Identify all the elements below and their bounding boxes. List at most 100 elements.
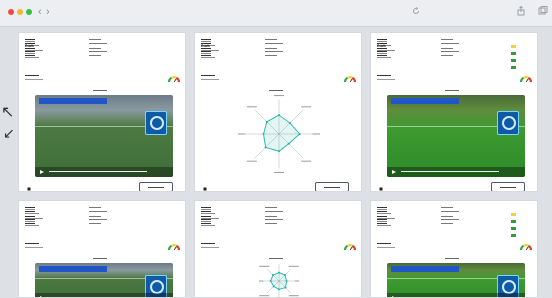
gauge-arc bbox=[167, 244, 173, 251]
radar-point bbox=[278, 114, 280, 117]
gauge-arc bbox=[522, 76, 530, 79]
info-value bbox=[441, 43, 459, 44]
info-value bbox=[89, 207, 101, 208]
stat-bar bbox=[511, 213, 516, 216]
info-value bbox=[89, 55, 101, 56]
radar-series bbox=[263, 114, 301, 152]
info-value bbox=[89, 51, 107, 52]
radar-axis-label bbox=[288, 295, 299, 297]
gauge-arc bbox=[170, 76, 178, 79]
view-profile-button-label bbox=[148, 186, 164, 188]
video-scrubber[interactable] bbox=[49, 171, 147, 172]
info-label bbox=[25, 48, 35, 49]
section-header bbox=[201, 243, 215, 244]
info-value bbox=[89, 211, 107, 212]
video-title-bar bbox=[391, 98, 459, 104]
gauge-arc bbox=[527, 76, 533, 83]
play-icon[interactable] bbox=[392, 170, 396, 174]
info-value bbox=[89, 223, 101, 224]
radar-point bbox=[287, 142, 290, 145]
radar-point bbox=[269, 280, 272, 282]
video-player[interactable] bbox=[387, 95, 525, 177]
section-value bbox=[201, 247, 219, 248]
rating-gauge-icon bbox=[343, 244, 357, 251]
minimize-window-button[interactable] bbox=[17, 9, 23, 15]
info-value bbox=[201, 209, 211, 210]
radar-axis-label bbox=[259, 295, 270, 297]
info-value bbox=[265, 39, 277, 40]
view-profile-button-label bbox=[500, 186, 516, 188]
radar-axis-label bbox=[294, 280, 299, 282]
video-controls bbox=[387, 167, 525, 177]
info-value bbox=[441, 51, 459, 52]
video-player[interactable] bbox=[35, 95, 173, 177]
info-value bbox=[89, 219, 107, 220]
info-value bbox=[265, 223, 277, 224]
info-label bbox=[377, 216, 387, 217]
video-scrubber[interactable] bbox=[401, 171, 499, 172]
info-label bbox=[377, 223, 387, 224]
info-label bbox=[201, 219, 211, 220]
gauge-arc bbox=[175, 244, 181, 251]
player-name: Eswik bbox=[377, 44, 387, 48]
info-value bbox=[377, 213, 391, 214]
video-caption bbox=[269, 90, 283, 91]
info-value bbox=[265, 219, 283, 220]
section-header bbox=[377, 243, 391, 244]
annotation-arrow-up: ↖ bbox=[1, 102, 15, 121]
info-value bbox=[377, 53, 387, 54]
info-value bbox=[377, 221, 387, 222]
maximize-window-button[interactable] bbox=[26, 9, 32, 15]
info-label bbox=[201, 48, 211, 49]
stat-bar bbox=[511, 234, 516, 237]
info-label bbox=[377, 51, 387, 52]
back-icon[interactable]: ‹ bbox=[38, 5, 42, 19]
info-label bbox=[25, 223, 35, 224]
gauge-arc bbox=[519, 76, 525, 83]
radar-axis-label bbox=[238, 133, 246, 135]
gauge-arc bbox=[519, 244, 525, 251]
close-window-button[interactable] bbox=[8, 9, 14, 15]
stat-bar bbox=[511, 59, 516, 62]
info-value bbox=[89, 216, 101, 217]
stat-bar bbox=[511, 220, 516, 223]
rating-gauge-icon bbox=[167, 76, 181, 83]
info-value bbox=[201, 221, 211, 222]
new-tab-icon[interactable] bbox=[538, 6, 548, 16]
gauge-arc bbox=[346, 244, 354, 247]
info-value bbox=[201, 57, 215, 58]
rating-gauge-icon bbox=[519, 76, 533, 83]
view-profile-button[interactable] bbox=[139, 182, 173, 191]
info-value bbox=[25, 57, 39, 58]
radar-point bbox=[298, 133, 301, 135]
gauge-needle bbox=[173, 78, 177, 83]
info-value bbox=[441, 207, 453, 208]
info-value bbox=[441, 39, 453, 40]
view-profile-button[interactable] bbox=[491, 182, 525, 191]
broadcast-logo-icon bbox=[497, 111, 519, 135]
gauge-needle bbox=[349, 78, 353, 83]
refresh-icon[interactable] bbox=[412, 7, 420, 15]
info-value bbox=[377, 225, 391, 226]
video-player[interactable] bbox=[35, 263, 173, 297]
info-value bbox=[441, 219, 459, 220]
info-value bbox=[265, 211, 283, 212]
video-title-bar bbox=[391, 266, 459, 272]
info-label bbox=[25, 51, 35, 52]
player-card-5 bbox=[194, 200, 362, 298]
info-value bbox=[441, 211, 459, 212]
player-name: Eswik bbox=[201, 44, 211, 48]
radar-point bbox=[278, 288, 280, 291]
forward-icon[interactable]: › bbox=[46, 5, 50, 19]
play-icon[interactable] bbox=[40, 170, 44, 174]
share-icon[interactable] bbox=[517, 6, 525, 16]
view-profile-button[interactable] bbox=[315, 182, 349, 191]
section-header bbox=[201, 75, 215, 76]
rating-gauge-icon bbox=[343, 76, 357, 83]
video-player[interactable] bbox=[387, 263, 525, 297]
radar-axis-label bbox=[301, 106, 312, 108]
player-card-1: Eswik bbox=[18, 32, 186, 192]
gauge-arc bbox=[527, 244, 533, 251]
info-value bbox=[25, 41, 35, 42]
radar-axis-label bbox=[246, 106, 257, 108]
